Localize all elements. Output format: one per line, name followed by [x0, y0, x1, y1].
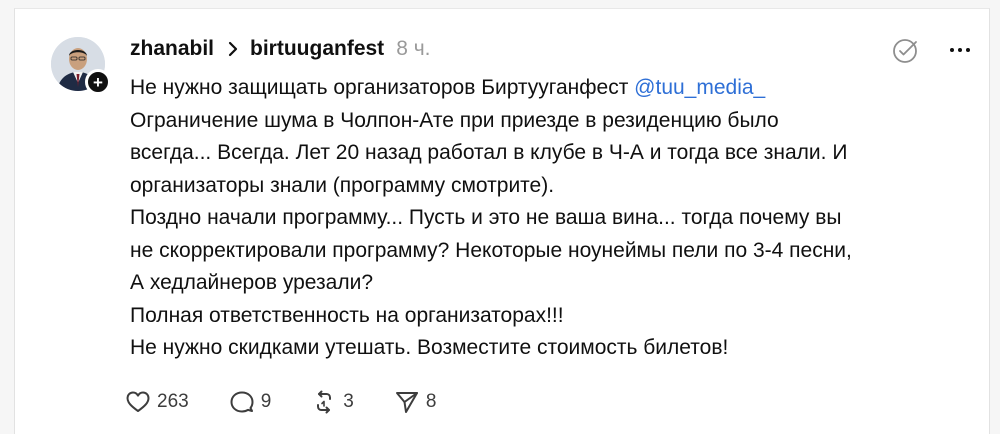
post-text: Не нужно защищать организаторов Биртууга… [130, 72, 890, 365]
community-link[interactable]: birtuuganfest [250, 37, 384, 61]
post-line: А хедлайнеров урезали? [130, 271, 373, 294]
post-line: всегда... Всегда. Лет 20 назад работал в… [130, 141, 848, 164]
post-header: zhanabil birtuuganfest 8 ч. [130, 35, 430, 63]
more-options-icon[interactable] [945, 39, 975, 61]
post-line: Полная ответственность на организаторах!… [130, 303, 564, 327]
username-link[interactable]: zhanabil [130, 37, 214, 61]
post-card: + zhanabil birtuuganfest 8 ч. Не нужно з… [14, 8, 990, 434]
post-line: организаторы знали (программу смотрите). [130, 173, 555, 197]
post-line-text: Не нужно защищать организаторов Биртууга… [130, 76, 635, 99]
like-button[interactable]: 263 [125, 389, 189, 415]
post-actions: 263 9 3 8 [125, 387, 476, 417]
edit-check-icon[interactable] [891, 35, 921, 65]
post-line: Поздно начали программу... Пусть и это н… [130, 206, 842, 229]
heart-icon [125, 389, 151, 415]
share-count: 8 [425, 391, 437, 412]
post-top-actions [849, 35, 989, 65]
post-line: Не нужно скидками утешать. Возместите ст… [130, 336, 729, 359]
chevron-right-icon [228, 41, 238, 57]
follow-plus-icon[interactable]: + [85, 69, 111, 95]
reply-count: 9 [260, 391, 272, 412]
avatar-container[interactable]: + [51, 37, 111, 95]
mention-link[interactable]: @tuu_media_ [634, 76, 765, 99]
repost-icon [311, 389, 337, 415]
reply-button[interactable]: 9 [229, 389, 272, 415]
like-count: 263 [157, 391, 189, 412]
repost-button[interactable]: 3 [311, 389, 354, 415]
repost-count: 3 [343, 391, 354, 412]
post-line: Не нужно защищать организаторов Биртууга… [130, 72, 890, 105]
post-line: Ограничение шума в Чолпон-Ате при приезд… [130, 108, 779, 132]
comment-icon [229, 389, 255, 415]
post-timestamp: 8 ч. [396, 37, 431, 60]
send-icon [394, 389, 420, 415]
post-line: не скорректировали программу? Некоторые … [130, 238, 852, 262]
share-button[interactable]: 8 [394, 389, 437, 415]
